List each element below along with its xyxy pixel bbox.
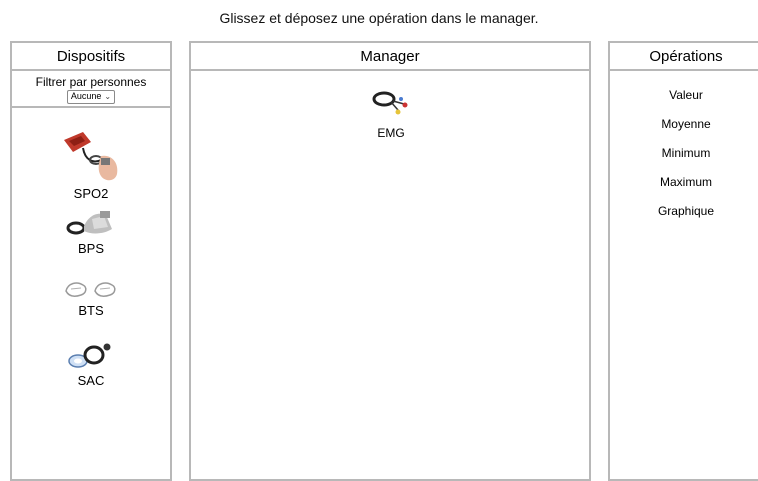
manager-item-emg[interactable]: EMG xyxy=(371,90,411,140)
device-bts[interactable]: BTS xyxy=(12,275,170,318)
filter-label: Filtrer par personnes xyxy=(35,75,147,89)
chevron-down-icon: ⌄ xyxy=(104,92,112,101)
device-label: SPO2 xyxy=(73,186,109,201)
device-label: BPS xyxy=(77,241,104,256)
emg-electrodes-icon xyxy=(372,91,408,115)
blood-pressure-cuff-icon xyxy=(66,211,112,235)
instruction-text: Glissez et déposez une opération dans le… xyxy=(219,10,539,26)
operation-graphique[interactable]: Graphique xyxy=(610,204,758,218)
device-bps[interactable]: BPS xyxy=(12,207,170,256)
airflow-sensor-icon xyxy=(68,343,111,368)
operation-minimum[interactable]: Minimum xyxy=(610,146,758,160)
operations-panel: Opérations Valeur Moyenne Minimum Maximu… xyxy=(608,41,758,481)
operation-valeur[interactable]: Valeur xyxy=(610,88,758,102)
operations-panel-title: Opérations xyxy=(610,43,758,71)
person-filter: Filtrer par personnes Aucune ⌄ xyxy=(12,71,170,108)
operation-maximum[interactable]: Maximum xyxy=(610,175,758,189)
device-label: SAC xyxy=(77,373,105,388)
manager-item-label: EMG xyxy=(377,126,405,140)
devices-panel-title: Dispositifs xyxy=(12,43,170,71)
body-temperature-sensor-icon xyxy=(65,282,116,297)
person-filter-select[interactable]: Aucune ⌄ xyxy=(66,90,116,104)
devices-panel: Dispositifs Filtrer par personnes Aucune… xyxy=(10,41,172,481)
manager-panel-title: Manager xyxy=(191,43,589,71)
filter-selected-value: Aucune xyxy=(70,91,102,101)
pulse-oximeter-icon xyxy=(64,132,118,181)
operation-moyenne[interactable]: Moyenne xyxy=(610,117,758,131)
device-sac[interactable]: SAC xyxy=(12,339,170,388)
device-spo2[interactable]: SPO2 xyxy=(12,130,170,201)
device-label: BTS xyxy=(78,303,104,318)
manager-panel[interactable]: Manager EMG xyxy=(189,41,591,481)
